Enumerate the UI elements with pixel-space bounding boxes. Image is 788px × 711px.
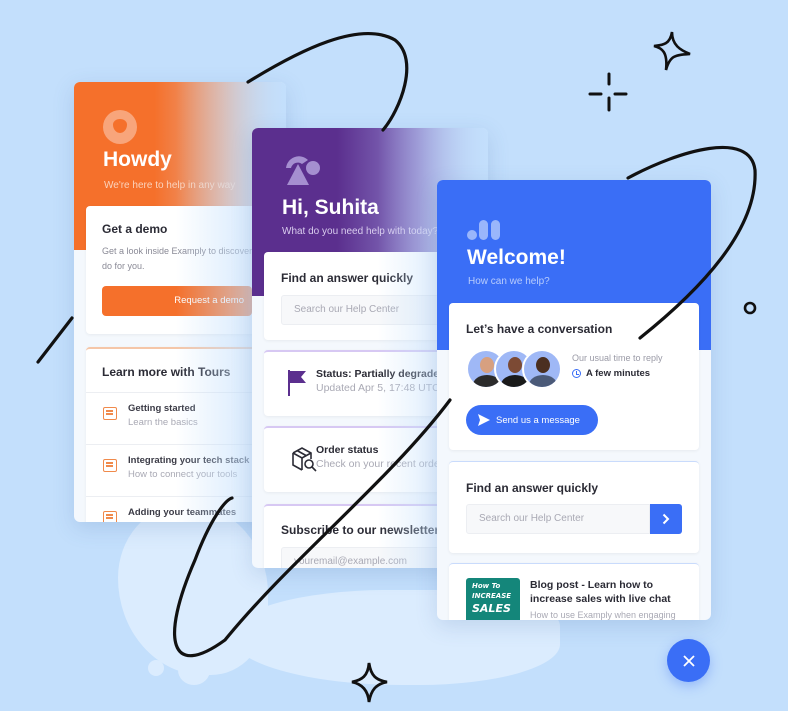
howdy-title: Howdy xyxy=(103,148,172,171)
chat-doc-icon xyxy=(103,459,117,472)
blog-subtitle: How to use Examply when engaging xyxy=(530,610,676,620)
thumb-text: SALES xyxy=(472,602,511,615)
flag-icon xyxy=(288,370,306,396)
send-message-label: Send us a message xyxy=(496,414,580,426)
orbit-line-icon xyxy=(36,316,74,364)
package-search-icon xyxy=(292,447,317,472)
search-submit-button[interactable] xyxy=(650,504,682,534)
clock-icon xyxy=(572,369,581,378)
blog-thumbnail: How To INCREASE SALES xyxy=(466,578,520,620)
chat-doc-icon xyxy=(103,511,117,522)
plus-sparkle-icon xyxy=(588,72,628,112)
background-blob xyxy=(148,660,164,676)
thumb-text: INCREASE xyxy=(472,592,512,600)
close-icon xyxy=(682,654,695,667)
blog-post-card[interactable]: How To INCREASE SALES Blog post - Learn … xyxy=(449,563,699,620)
welcome-widget: Welcome! How can we help? Let’s have a c… xyxy=(437,180,711,620)
reply-time-info: Our usual time to reply A few minutes xyxy=(572,353,663,379)
suhita-title: Hi, Suhita xyxy=(282,196,379,219)
conversation-heading: Let’s have a conversation xyxy=(466,322,613,336)
suhita-subtitle: What do you need help with today? xyxy=(282,226,439,237)
howdy-subtitle: We're here to help in any way xyxy=(104,180,236,191)
close-chat-button[interactable] xyxy=(667,639,710,682)
conversation-section: Let’s have a conversation Our usual time… xyxy=(449,303,699,450)
send-message-button[interactable]: Send us a message xyxy=(466,405,598,435)
blog-title: Blog post - Learn how to increase sales … xyxy=(530,579,671,605)
request-demo-button[interactable]: Request a demo xyxy=(102,286,252,316)
small-circle-icon xyxy=(743,301,757,315)
send-icon xyxy=(478,414,490,426)
thumb-text: How To xyxy=(472,582,501,590)
brand-logo-icon xyxy=(103,110,137,144)
reply-time-label: Our usual time to reply xyxy=(572,353,663,363)
background-blob xyxy=(178,655,210,685)
find-answer-section: Find an answer quickly Search our Help C… xyxy=(449,461,699,553)
find-answer-heading: Find an answer quickly xyxy=(466,481,599,495)
sparkle-icon xyxy=(653,31,691,71)
avatar xyxy=(522,349,562,389)
welcome-subtitle: How can we help? xyxy=(468,276,550,287)
welcome-title: Welcome! xyxy=(467,246,566,269)
brand-logo-icon xyxy=(467,220,500,240)
chevron-right-icon xyxy=(662,513,670,525)
brand-logo-icon xyxy=(286,156,320,185)
help-center-search-input[interactable]: Search our Help Center xyxy=(466,504,650,534)
reply-time-value: A few minutes xyxy=(586,368,651,379)
chat-doc-icon xyxy=(103,407,117,420)
